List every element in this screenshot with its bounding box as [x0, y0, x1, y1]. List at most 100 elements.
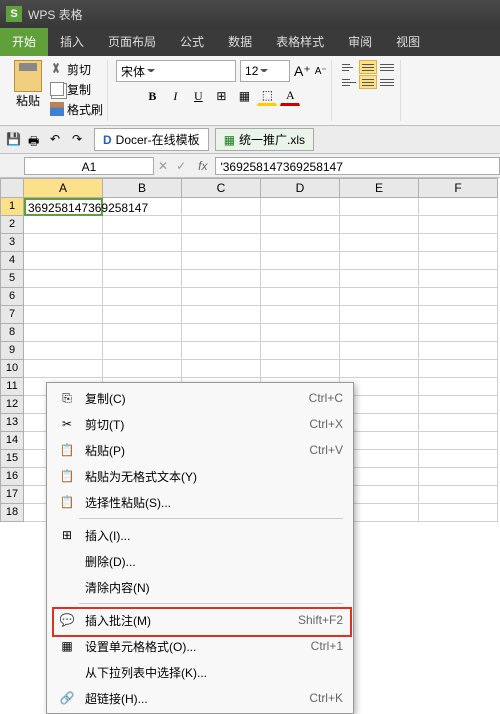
row-header[interactable]: 3	[0, 234, 24, 252]
cell[interactable]	[24, 306, 103, 324]
undo-icon[interactable]: ↶	[50, 132, 66, 148]
cell[interactable]	[103, 270, 182, 288]
ctx-粘贴为无格式文本(Y)[interactable]: 📋粘贴为无格式文本(Y)	[49, 463, 351, 489]
bold-button[interactable]: B	[142, 86, 162, 106]
cell[interactable]	[340, 288, 419, 306]
row-header[interactable]: 16	[0, 468, 24, 486]
file-tab[interactable]: ▦统一推广.xls	[215, 128, 314, 151]
name-box[interactable]: A1	[24, 157, 154, 175]
cell[interactable]	[261, 342, 340, 360]
cell[interactable]	[419, 270, 498, 288]
cell[interactable]	[419, 468, 498, 486]
row-header[interactable]: 15	[0, 450, 24, 468]
grow-font-button[interactable]: A⁺	[294, 63, 311, 80]
col-header-f[interactable]: F	[419, 178, 498, 198]
ctx-删除(D)...[interactable]: 删除(D)...	[49, 548, 351, 574]
cancel-icon[interactable]: ✕	[158, 159, 168, 173]
row-header[interactable]: 11	[0, 378, 24, 396]
col-header-b[interactable]: B	[103, 178, 182, 198]
cell[interactable]	[103, 198, 182, 216]
select-all-corner[interactable]	[0, 178, 24, 198]
cell[interactable]	[419, 198, 498, 216]
print-icon[interactable]: 🖶	[28, 132, 44, 148]
size-select[interactable]: 12	[240, 60, 290, 82]
col-header-c[interactable]: C	[182, 178, 261, 198]
cell[interactable]	[340, 342, 419, 360]
cell[interactable]	[261, 198, 340, 216]
merge-button[interactable]: ▦	[234, 86, 254, 106]
formula-input[interactable]: '369258147369258147	[215, 157, 500, 175]
row-header[interactable]: 6	[0, 288, 24, 306]
row-header[interactable]: 8	[0, 324, 24, 342]
row-header[interactable]: 2	[0, 216, 24, 234]
row-header[interactable]: 10	[0, 360, 24, 378]
cell[interactable]	[103, 324, 182, 342]
cell[interactable]	[340, 306, 419, 324]
tab-style[interactable]: 表格样式	[264, 28, 336, 56]
row-header[interactable]: 17	[0, 486, 24, 504]
cell[interactable]	[24, 342, 103, 360]
cell[interactable]	[103, 216, 182, 234]
tab-layout[interactable]: 页面布局	[96, 28, 168, 56]
cell[interactable]	[24, 324, 103, 342]
cell[interactable]	[340, 234, 419, 252]
cell[interactable]	[419, 414, 498, 432]
cell[interactable]	[182, 360, 261, 378]
row-header[interactable]: 7	[0, 306, 24, 324]
cell[interactable]	[24, 270, 103, 288]
row-header[interactable]: 9	[0, 342, 24, 360]
cell[interactable]	[182, 198, 261, 216]
tab-data[interactable]: 数据	[216, 28, 264, 56]
cell[interactable]	[419, 234, 498, 252]
cell[interactable]	[340, 216, 419, 234]
cell[interactable]	[340, 270, 419, 288]
cell[interactable]	[419, 252, 498, 270]
paste-button[interactable]: 粘贴	[10, 60, 46, 118]
ctx-剪切(T)[interactable]: ✂剪切(T)Ctrl+X	[49, 411, 351, 437]
ctx-超链接(H)...[interactable]: 🔗超链接(H)...Ctrl+K	[49, 685, 351, 711]
brush-button[interactable]: 格式刷	[50, 100, 103, 118]
cell[interactable]	[261, 324, 340, 342]
italic-button[interactable]: I	[165, 86, 185, 106]
cell[interactable]	[103, 234, 182, 252]
cell[interactable]	[24, 360, 103, 378]
cell[interactable]	[340, 198, 419, 216]
col-header-a[interactable]: A	[24, 178, 103, 198]
tab-insert[interactable]: 插入	[48, 28, 96, 56]
tab-start[interactable]: 开始	[0, 28, 48, 56]
align-right[interactable]	[378, 75, 396, 89]
cell[interactable]	[419, 432, 498, 450]
ctx-从下拉列表中选择(K)...[interactable]: 从下拉列表中选择(K)...	[49, 659, 351, 685]
tab-review[interactable]: 审阅	[336, 28, 384, 56]
cell[interactable]	[24, 216, 103, 234]
redo-icon[interactable]: ↷	[72, 132, 88, 148]
font-color-button[interactable]: A	[280, 86, 300, 106]
ctx-插入(I)...[interactable]: ⊞插入(I)...	[49, 522, 351, 548]
cut-button[interactable]: 剪切	[50, 60, 103, 78]
row-header[interactable]: 4	[0, 252, 24, 270]
cell[interactable]	[182, 270, 261, 288]
row-header[interactable]: 12	[0, 396, 24, 414]
cell[interactable]	[261, 252, 340, 270]
cell[interactable]	[419, 396, 498, 414]
ctx-设置单元格格式(O)...[interactable]: ▦设置单元格格式(O)...Ctrl+1	[49, 633, 351, 659]
cell[interactable]	[261, 270, 340, 288]
cell[interactable]	[24, 252, 103, 270]
cell[interactable]	[182, 252, 261, 270]
cell[interactable]	[261, 360, 340, 378]
enter-icon[interactable]: ✓	[176, 159, 186, 173]
cell[interactable]	[103, 306, 182, 324]
cell[interactable]	[182, 324, 261, 342]
cell[interactable]	[24, 234, 103, 252]
cell[interactable]	[103, 342, 182, 360]
cell[interactable]	[261, 288, 340, 306]
row-header[interactable]: 18	[0, 504, 24, 522]
cell[interactable]	[261, 306, 340, 324]
copy-button[interactable]: 复制	[50, 80, 103, 98]
col-header-d[interactable]: D	[261, 178, 340, 198]
docer-tab[interactable]: DDocer-在线模板	[94, 128, 209, 151]
fill-color-button[interactable]: ⬚	[257, 86, 277, 106]
cell[interactable]	[261, 216, 340, 234]
cell[interactable]	[182, 216, 261, 234]
align-top-right[interactable]	[378, 60, 396, 74]
